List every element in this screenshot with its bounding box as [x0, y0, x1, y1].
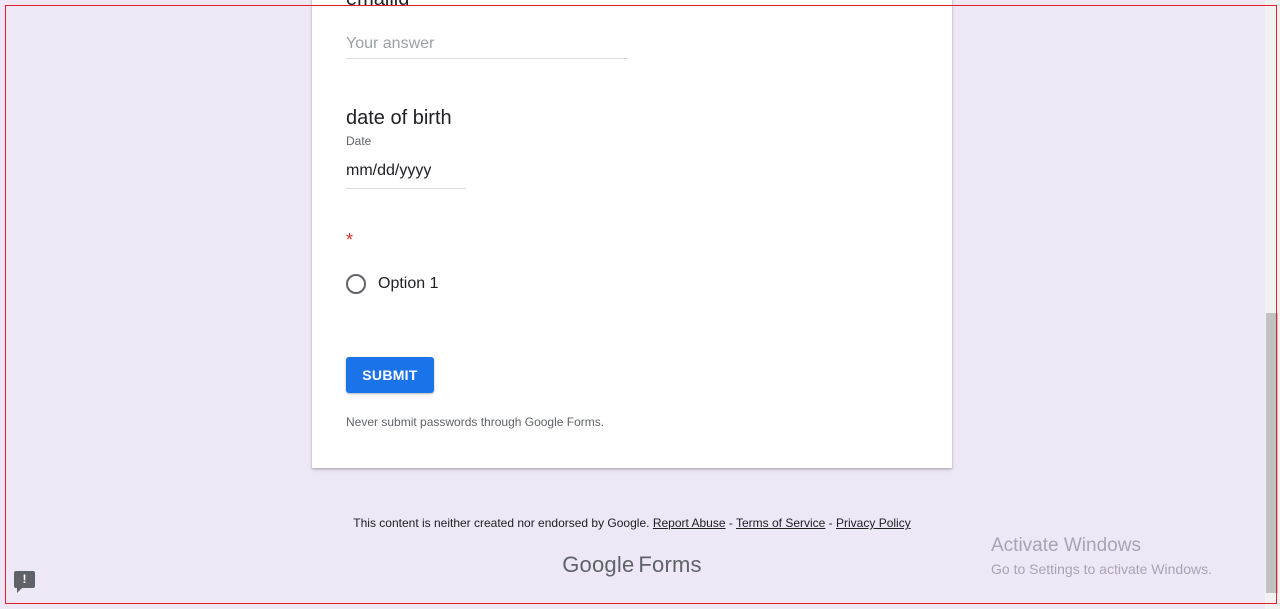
- password-warning: Never submit passwords through Google Fo…: [346, 415, 605, 429]
- question-type-label: Date: [346, 134, 372, 148]
- question-title-emailid: emailid: [346, 0, 409, 11]
- question-title-dob: date of birth: [346, 107, 452, 129]
- required-marker: *: [346, 230, 354, 250]
- submit-button[interactable]: SUBMIT: [346, 357, 434, 393]
- terms-of-service-link[interactable]: Terms of Service: [736, 516, 825, 530]
- windows-activation-watermark: Activate Windows Go to Settings to activ…: [991, 535, 1212, 577]
- logo-google-text: Google: [562, 552, 635, 577]
- short-answer-input[interactable]: [346, 30, 628, 59]
- footer-separator: -: [825, 516, 837, 530]
- footer-separator: -: [725, 516, 736, 530]
- radio-option-1[interactable]: Option 1: [346, 272, 438, 296]
- scrollbar-thumb[interactable]: [1266, 313, 1278, 593]
- date-input[interactable]: mm/dd/yyyy: [346, 160, 466, 189]
- disclaimer-text: This content is neither created nor endo…: [353, 516, 650, 530]
- watermark-subtitle: Go to Settings to activate Windows.: [991, 561, 1212, 577]
- report-abuse-link[interactable]: Report Abuse: [653, 516, 726, 530]
- google-forms-logo[interactable]: Google Forms: [312, 552, 952, 578]
- radio-circle-icon[interactable]: [346, 274, 366, 294]
- watermark-title: Activate Windows: [991, 535, 1141, 556]
- footer-disclaimer: This content is neither created nor endo…: [312, 516, 952, 530]
- form-card: emailid date of birth Date mm/dd/yyyy * …: [312, 0, 952, 468]
- radio-option-label[interactable]: Option 1: [378, 275, 438, 293]
- logo-forms-text: Forms: [638, 552, 702, 577]
- privacy-policy-link[interactable]: Privacy Policy: [836, 516, 911, 530]
- feedback-report-icon[interactable]: !: [14, 571, 35, 593]
